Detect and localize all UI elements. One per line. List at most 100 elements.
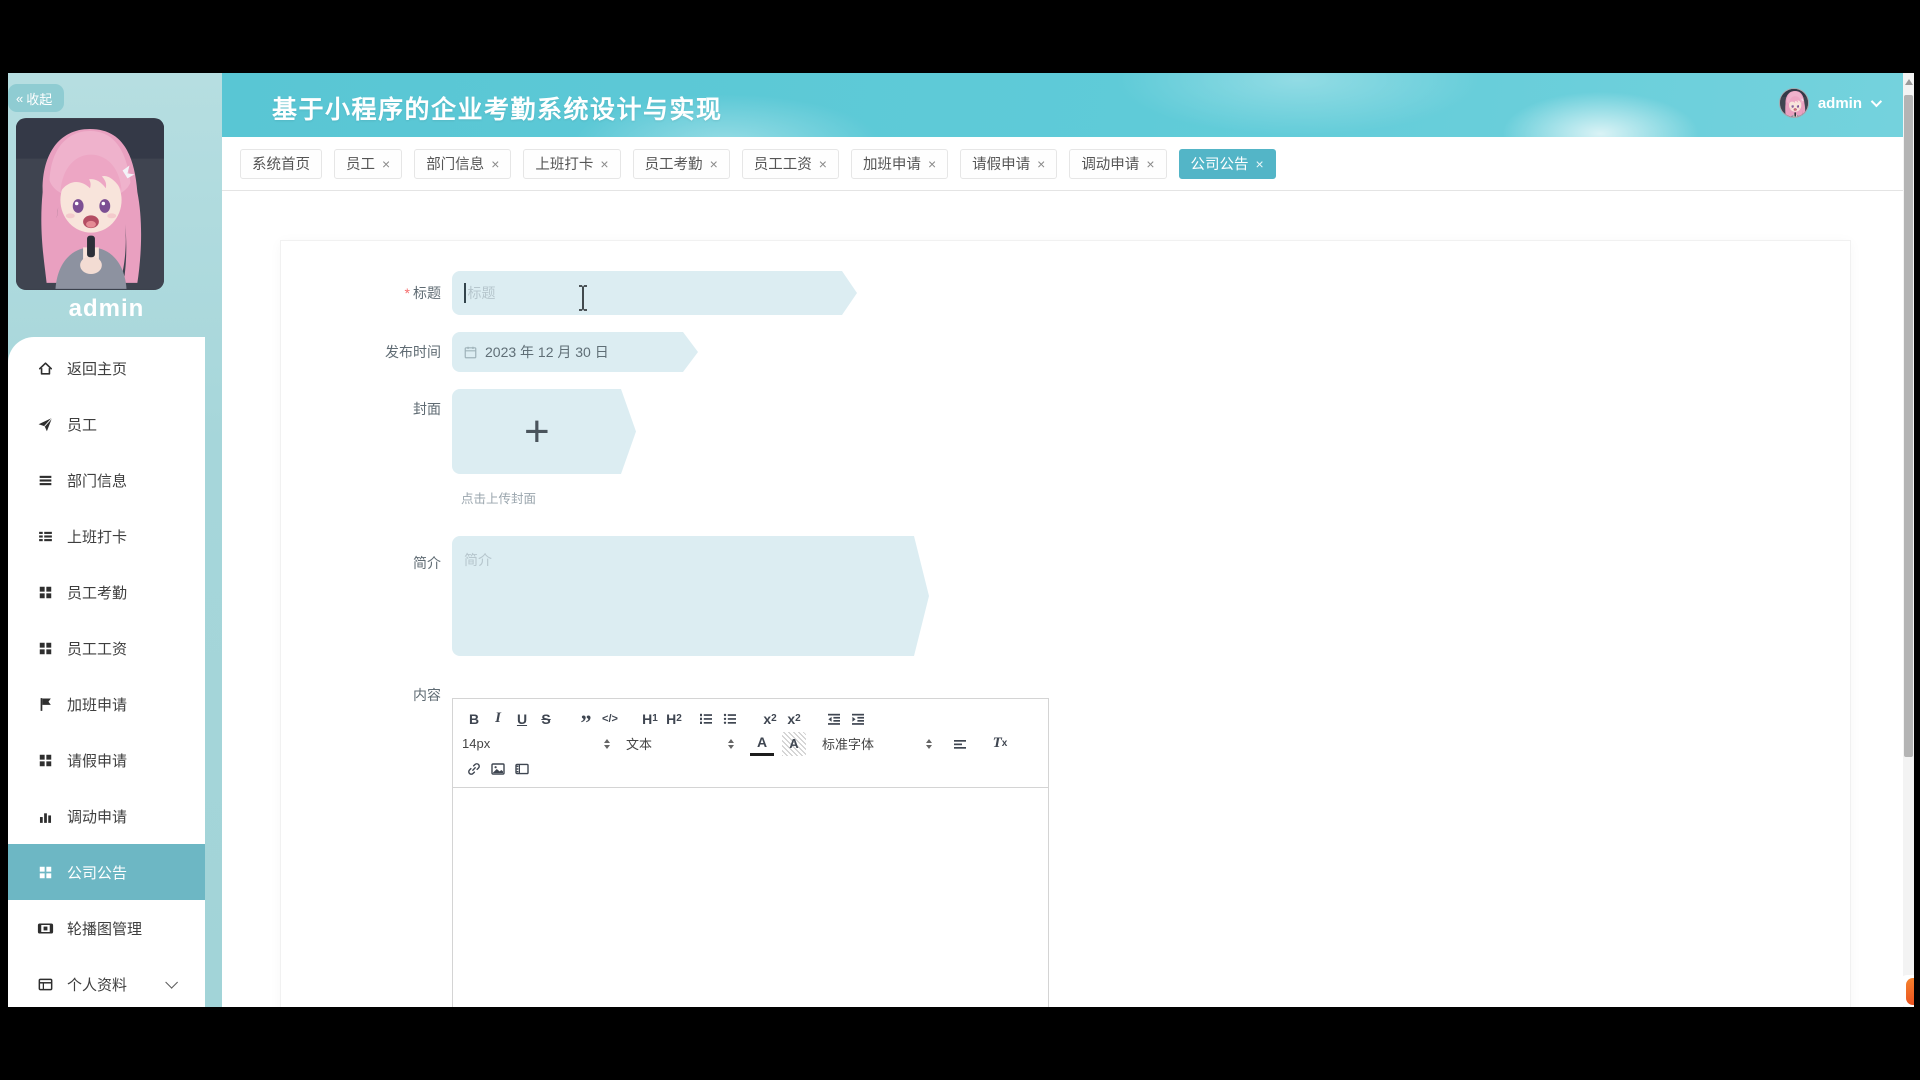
bullet-list-button[interactable] [718,707,742,731]
tab-salary[interactable]: 员工工资 × [742,149,839,179]
cover-upload-box[interactable]: + [452,389,636,474]
superscript-button[interactable]: x2 [782,707,806,731]
blockquote-button[interactable]: ” [574,707,598,731]
sidebar-collapse-button[interactable]: « 收起 [8,84,64,112]
list-check-icon [37,528,54,545]
title-input[interactable]: 标题 [452,271,857,315]
user-menu[interactable]: admin [1779,88,1879,118]
i-beam-cursor [577,285,589,311]
sidebar-item-label: 加班申请 [67,694,127,715]
close-icon[interactable]: × [491,157,499,171]
sidebar-item-label: 员工 [67,414,97,435]
picker-arrows-icon [926,739,932,749]
sidebar: « 收起 admin 返回主页 员工 部门信息 上班打卡 [8,73,222,1007]
sidebar-item-employee[interactable]: 员工 [8,396,205,452]
tab-label: 员工工资 [754,153,812,174]
tab-clock-in[interactable]: 上班打卡 × [523,149,620,179]
list-icon [37,472,54,489]
scrollbar-thumb[interactable] [1904,95,1913,757]
sidebar-item-profile[interactable]: 个人资料 [8,956,205,1007]
indent-button[interactable] [846,707,870,731]
close-icon[interactable]: × [1256,157,1264,171]
sidebar-item-leave[interactable]: 请假申请 [8,732,205,788]
sidebar-item-label: 轮播图管理 [67,918,142,939]
image-button[interactable] [486,757,510,781]
tab-employee[interactable]: 员工 × [334,149,402,179]
tab-bar: 系统首页 员工 × 部门信息 × 上班打卡 × 员工考勤 × 员工工资 × [222,137,1903,191]
tab-announcement[interactable]: 公司公告 × [1179,149,1276,179]
main-area: 基于小程序的企业考勤系统设计与实现 admin 系统首页 员工 × 部门信息 × [222,73,1903,1007]
close-icon[interactable]: × [600,157,608,171]
bar-chart-icon [37,808,54,825]
ordered-list-button[interactable] [694,707,718,731]
content-area: *标题 标题 发布时间 2023 年 12 月 30 日 [222,191,1903,1007]
carousel-icon [37,920,54,937]
tab-system-home[interactable]: 系统首页 [240,149,322,179]
sidebar-item-transfer[interactable]: 调动申请 [8,788,205,844]
announcement-form-card: *标题 标题 发布时间 2023 年 12 月 30 日 [280,240,1851,1007]
sidebar-item-attendance[interactable]: 员工考勤 [8,564,205,620]
sidebar-item-clock-in[interactable]: 上班打卡 [8,508,205,564]
sidebar-item-department[interactable]: 部门信息 [8,452,205,508]
title-placeholder: 标题 [468,283,496,303]
sidebar-item-overtime[interactable]: 加班申请 [8,676,205,732]
clean-format-button[interactable]: Tx [988,732,1012,756]
intro-textarea[interactable]: 简介 [452,536,929,656]
close-icon[interactable]: × [710,157,718,171]
underline-button[interactable]: U [510,707,534,731]
outdent-button[interactable] [822,707,846,731]
sidebar-item-home[interactable]: 返回主页 [8,340,205,396]
tab-transfer[interactable]: 调动申请 × [1069,149,1166,179]
grid-icon [37,864,54,881]
sogou-logo-icon[interactable]: S [1906,978,1914,1005]
sidebar-item-carousel[interactable]: 轮播图管理 [8,900,205,956]
sidebar-item-label: 部门信息 [67,470,127,491]
sidebar-menu: 返回主页 员工 部门信息 上班打卡 员工考勤 员工工资 [8,337,205,1007]
italic-button[interactable]: I [486,707,510,731]
chevron-down-icon [1871,96,1882,107]
scrollbar[interactable] [1903,73,1914,1007]
grid-icon [37,752,54,769]
tab-overtime[interactable]: 加班申请 × [851,149,948,179]
strikethrough-button[interactable]: S [534,707,558,731]
sidebar-item-label: 公司公告 [67,862,127,883]
font-size-picker[interactable]: 14px [462,736,610,751]
sidebar-item-salary[interactable]: 员工工资 [8,620,205,676]
grid-icon [37,640,54,657]
form-row-publish-time: 发布时间 2023 年 12 月 30 日 [281,332,698,372]
scrollbar-up-arrow[interactable] [1903,75,1914,89]
cover-upload-hint: 点击上传封面 [461,488,536,507]
content-label: 内容 [281,685,452,1007]
close-icon[interactable]: × [382,157,390,171]
align-picker[interactable] [948,732,972,756]
bold-button[interactable]: B [462,707,486,731]
code-block-button[interactable]: </> [598,707,622,731]
close-icon[interactable]: × [819,157,827,171]
sidebar-item-label: 员工工资 [67,638,127,659]
tab-leave[interactable]: 请假申请 × [960,149,1057,179]
picker-arrows-icon [604,739,610,749]
font-family-picker[interactable]: 标准字体 [822,734,932,753]
publish-time-input[interactable]: 2023 年 12 月 30 日 [452,332,698,372]
video-button[interactable] [510,757,534,781]
background-color-button[interactable]: A [782,732,806,756]
card-icon [37,976,54,993]
close-icon[interactable]: × [1146,157,1154,171]
editor-content-area[interactable] [452,788,1049,1007]
rich-text-editor: B I U S ” </> H1 H2 [452,698,1049,1007]
close-icon[interactable]: × [1037,157,1045,171]
link-button[interactable] [462,757,486,781]
tab-attendance[interactable]: 员工考勤 × [633,149,730,179]
text-color-button[interactable]: A [750,732,774,756]
heading2-button[interactable]: H2 [662,707,686,731]
text-style-picker[interactable]: 文本 [626,734,734,753]
heading1-button[interactable]: H1 [638,707,662,731]
sidebar-item-announcement[interactable]: 公司公告 [8,844,205,900]
intro-label: 简介 [281,536,452,656]
subscript-button[interactable]: x2 [758,707,782,731]
close-icon[interactable]: × [928,157,936,171]
sidebar-item-label: 上班打卡 [67,526,127,547]
tab-department[interactable]: 部门信息 × [414,149,511,179]
sidebar-item-label: 调动申请 [67,806,127,827]
cover-label: 封面 [281,389,452,474]
